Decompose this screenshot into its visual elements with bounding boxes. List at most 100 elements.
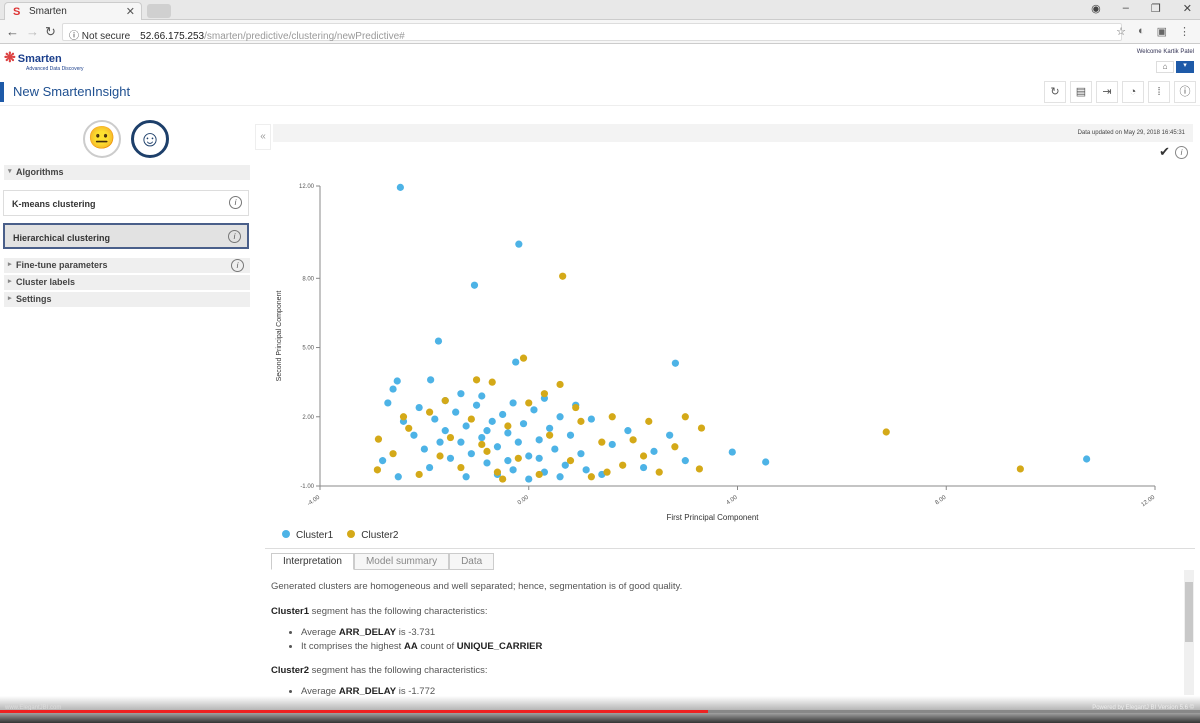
- data-point-cluster1: [470, 281, 479, 289]
- data-point-cluster2: [446, 433, 455, 442]
- tab-data[interactable]: Data: [449, 553, 495, 570]
- bookmark-star-icon[interactable]: ☆: [1116, 25, 1126, 38]
- maximize-icon[interactable]: ❐: [1151, 2, 1161, 15]
- data-point-cluster2: [546, 431, 554, 439]
- layout-icon[interactable]: ⁞: [1148, 81, 1170, 103]
- data-point-cluster2: [559, 272, 567, 280]
- browser-tab[interactable]: S Smarten ✕: [4, 2, 142, 20]
- happy-face-icon[interactable]: ☺: [131, 120, 169, 158]
- data-point-cluster2: [373, 466, 382, 474]
- settings-section[interactable]: ▸ Settings: [4, 292, 250, 307]
- algorithm-hierarchical[interactable]: Hierarchical clustering i: [3, 223, 249, 249]
- y-tick-label: 5.00: [302, 346, 314, 352]
- refresh-icon[interactable]: ↻: [1044, 81, 1066, 103]
- data-point-cluster1: [379, 457, 387, 465]
- data-point-cluster2: [415, 470, 423, 479]
- back-icon[interactable]: ←: [6, 24, 19, 39]
- data-point-cluster1: [483, 459, 491, 467]
- collapse-panel-button[interactable]: «: [255, 124, 271, 150]
- data-point-cluster1: [434, 337, 443, 345]
- data-point-cluster1: [762, 458, 770, 466]
- data-point-cluster1: [1083, 455, 1091, 463]
- address-bar: ← → ↻ ⓘ Not secure 52.66.175.253/smarten/…: [0, 20, 1200, 44]
- data-point-cluster2: [436, 452, 444, 460]
- data-point-cluster1: [462, 422, 470, 430]
- data-point-cluster2: [535, 470, 543, 479]
- video-progress-bar[interactable]: [0, 710, 1200, 713]
- data-point-cluster1: [525, 452, 533, 460]
- toolbar: ↻ ▤ ⇥ ◔ ⁞ ⓘ: [1044, 81, 1196, 103]
- reload-icon[interactable]: ↻: [45, 24, 56, 40]
- history-icon[interactable]: ◔: [1122, 81, 1144, 103]
- fine-tune-section[interactable]: ▸ Fine-tune parameters i: [4, 258, 250, 273]
- data-point-cluster2: [519, 354, 528, 362]
- extension-icon[interactable]: ◐: [1138, 25, 1145, 38]
- save-icon[interactable]: ▤: [1070, 81, 1092, 103]
- legend-cluster2[interactable]: Cluster2: [347, 530, 399, 541]
- check-icon[interactable]: ✔: [1159, 144, 1170, 160]
- data-point-cluster2: [514, 454, 522, 462]
- export-icon[interactable]: ⇥: [1096, 81, 1118, 103]
- data-point-cluster2: [681, 413, 689, 421]
- data-point-cluster1: [457, 390, 465, 398]
- data-point-cluster1: [509, 399, 517, 407]
- minimize-icon[interactable]: –: [1123, 2, 1129, 15]
- browser-tab-bar: S Smarten ✕ ◉ – ❐ ✕: [0, 0, 1200, 20]
- data-point-cluster2: [577, 417, 585, 425]
- legend-cluster1[interactable]: Cluster1: [282, 530, 333, 541]
- data-point-cluster2: [425, 408, 434, 416]
- cluster-labels-section[interactable]: ▸ Cluster labels: [4, 275, 250, 290]
- close-tab-icon[interactable]: ✕: [126, 5, 135, 18]
- info-icon[interactable]: i: [1175, 146, 1188, 159]
- data-point-cluster2: [619, 461, 627, 469]
- menu-icon[interactable]: ⋮: [1179, 25, 1190, 38]
- y-axis-label: Second Principal Component: [276, 291, 283, 382]
- data-point-cluster1: [681, 457, 689, 465]
- algorithm-kmeans[interactable]: K-means clustering i: [3, 190, 249, 216]
- url-input[interactable]: ⓘ Not secure 52.66.175.253/smarten/predic…: [62, 23, 1122, 42]
- smarten-favicon-icon: S: [13, 6, 21, 18]
- cast-icon[interactable]: ▣: [1157, 25, 1167, 38]
- neutral-face-icon[interactable]: 😐: [83, 120, 121, 158]
- splitter[interactable]: [265, 548, 1195, 549]
- tab-interpretation[interactable]: Interpretation: [271, 553, 354, 570]
- close-window-icon[interactable]: ✕: [1183, 2, 1192, 15]
- scrollbar-thumb[interactable]: [1185, 582, 1193, 642]
- data-point-cluster2: [566, 457, 575, 465]
- info-icon[interactable]: ⓘ: [1174, 81, 1196, 103]
- data-point-cluster1: [478, 392, 486, 400]
- page-title: New SmartenInsight: [13, 84, 131, 99]
- data-point-cluster2: [499, 475, 507, 483]
- home-button[interactable]: ⌂: [1156, 61, 1174, 73]
- new-tab-button[interactable]: [147, 4, 171, 18]
- scrollbar[interactable]: [1184, 570, 1194, 695]
- security-indicator[interactable]: ⓘ Not secure: [69, 31, 130, 42]
- info-icon[interactable]: i: [228, 230, 241, 243]
- user-dropdown-button[interactable]: ▾: [1176, 61, 1194, 73]
- data-updated-text: Data updated on May 29, 2018 16:45:31: [273, 124, 1193, 142]
- data-point-cluster2: [645, 417, 653, 425]
- data-point-cluster2: [389, 450, 397, 458]
- data-point-cluster2: [504, 422, 512, 430]
- data-point-cluster2: [441, 397, 449, 405]
- info-icon[interactable]: i: [231, 259, 244, 272]
- data-point-cluster2: [587, 473, 595, 481]
- data-point-cluster2: [525, 399, 533, 407]
- y-tick-label: 2.00: [302, 415, 314, 421]
- tab-model-summary[interactable]: Model summary: [353, 553, 450, 570]
- algorithms-section[interactable]: ▾ Algorithms: [4, 165, 250, 180]
- data-point-cluster1: [650, 447, 658, 455]
- data-point-cluster1: [509, 466, 517, 474]
- account-icon[interactable]: ◉: [1091, 2, 1101, 15]
- info-icon[interactable]: i: [229, 196, 242, 209]
- data-point-cluster1: [514, 438, 522, 446]
- data-point-cluster2: [399, 413, 408, 421]
- data-point-cluster2: [467, 415, 475, 423]
- data-point-cluster1: [519, 420, 528, 428]
- forward-icon[interactable]: →: [26, 24, 39, 39]
- data-point-cluster1: [452, 408, 460, 416]
- list-item: Average ARR_DELAY is -3.731: [301, 626, 1181, 640]
- data-point-cluster2: [882, 428, 890, 436]
- data-point-cluster1: [608, 440, 616, 449]
- data-point-cluster2: [483, 447, 491, 455]
